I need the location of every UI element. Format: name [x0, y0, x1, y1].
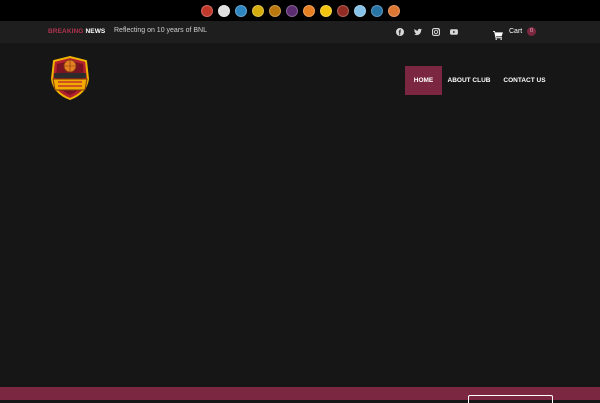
- nav-contact-us[interactable]: CONTACT US: [500, 66, 549, 95]
- club-logo[interactable]: [48, 55, 92, 101]
- cart-icon[interactable]: [493, 27, 503, 40]
- team-logo-7[interactable]: [302, 4, 315, 17]
- team-logo-10[interactable]: [353, 4, 366, 17]
- team-logo-2[interactable]: [217, 4, 230, 17]
- news-ticker-link[interactable]: Reflecting on 10 years of BNL: [114, 27, 207, 34]
- team-logo-5[interactable]: [268, 4, 281, 17]
- breaking-label: BREAKING: [48, 28, 84, 35]
- team-logo-3[interactable]: [234, 4, 247, 17]
- nav-home[interactable]: HOME: [405, 66, 442, 95]
- top-info-bar: BREAKING NEWS Reflecting on 10 years of B…: [0, 21, 600, 43]
- team-logo-8[interactable]: [319, 4, 332, 17]
- team-logo-6[interactable]: [285, 4, 298, 17]
- footer-button[interactable]: [468, 395, 553, 403]
- league-logo-bar: [0, 0, 600, 21]
- twitter-icon[interactable]: [413, 27, 422, 36]
- breaking-news-label: BREAKING NEWS: [48, 28, 105, 35]
- news-label: NEWS: [85, 28, 106, 35]
- team-logo-1[interactable]: [200, 4, 213, 17]
- team-logo-11[interactable]: [370, 4, 383, 17]
- instagram-icon[interactable]: [431, 27, 440, 36]
- cart-link[interactable]: Cart: [509, 28, 522, 35]
- team-logo-4[interactable]: [251, 4, 264, 17]
- nav-about-club[interactable]: ABOUT CLUB: [446, 66, 492, 95]
- main-content-area: [0, 110, 600, 387]
- youtube-icon[interactable]: [449, 27, 458, 36]
- team-logo-9[interactable]: [336, 4, 349, 17]
- team-logo-12[interactable]: [387, 4, 400, 17]
- facebook-icon[interactable]: [395, 27, 404, 36]
- cart-count-badge: 0: [527, 27, 536, 36]
